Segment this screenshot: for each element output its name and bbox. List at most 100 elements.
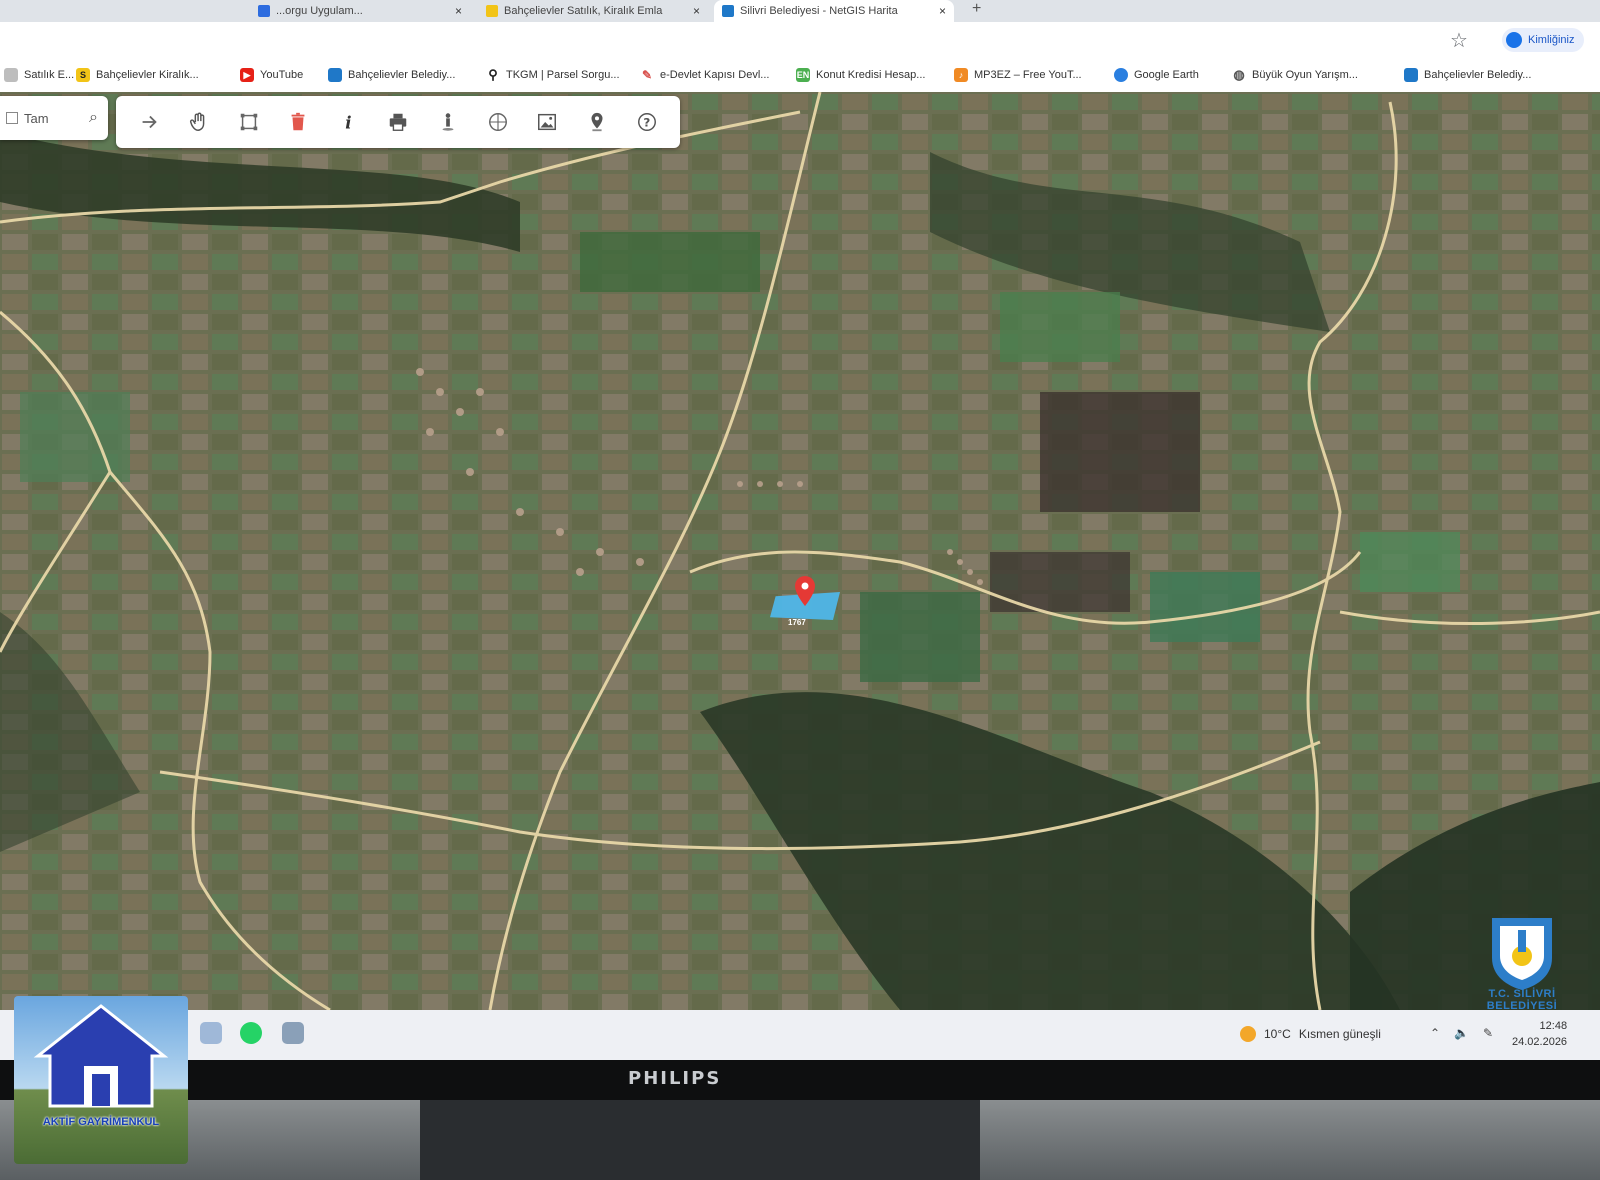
monitor-stand <box>420 1100 980 1180</box>
map-search-box: Tam ⌕ <box>0 96 108 140</box>
parcel-number-label: 1767 <box>788 618 806 627</box>
bookmark-item[interactable]: ✎ e-Devlet Kapısı Devl... <box>640 66 769 84</box>
exact-match-checkbox[interactable] <box>6 112 18 124</box>
house-icon <box>33 1004 169 1108</box>
bookmark-item[interactable]: ◍ Büyük Oyun Yarışm... <box>1232 66 1358 84</box>
bookmark-item[interactable]: ♪ MP3EZ – Free YouT... <box>954 66 1082 84</box>
agency-name-label: AKTİF GAYRİMENKUL <box>42 1116 160 1128</box>
sahibinden-icon: S <box>76 68 90 82</box>
page-icon <box>4 68 18 82</box>
taskbar: 10°C Kısmen güneşli ⌃ 🔈 ✎ 12:48 24.02.20… <box>0 1010 1600 1060</box>
tab-2-active[interactable]: Silivri Belediyesi - NetGIS Harita × <box>714 0 954 22</box>
bookmark-label: MP3EZ – Free YouT... <box>974 69 1082 81</box>
tab-strip: ...orgu Uygulam... × Bahçelievler Satılı… <box>0 0 1600 22</box>
bookmark-item[interactable]: Bahçelievler Belediy... <box>328 66 455 84</box>
tab-label: ...orgu Uygulam... <box>276 5 363 17</box>
tab-1[interactable]: Bahçelievler Satılık, Kiralık Emla × <box>478 0 708 22</box>
new-tab-button[interactable]: + <box>972 0 981 18</box>
map-pin-icon[interactable] <box>794 576 816 606</box>
layers-icon[interactable] <box>481 105 515 139</box>
bookmark-star-icon[interactable]: ☆ <box>1450 28 1468 53</box>
location-pin-icon: ⚲ <box>488 67 498 82</box>
image-export-icon[interactable] <box>530 105 564 139</box>
marker-icon[interactable] <box>580 105 614 139</box>
municipality-icon <box>1404 68 1418 82</box>
weather-sun-icon <box>1240 1026 1256 1042</box>
bookmark-label: YouTube <box>260 69 304 81</box>
silivri-municipality-logo: T.C. SİLİVRİ BELEDİYESİ <box>1462 912 1582 1010</box>
bookmark-label: e-Devlet Kapısı Devl... <box>660 69 770 81</box>
system-tray: ⌃ 🔈 ✎ <box>1430 1026 1493 1040</box>
taskbar-app-icon[interactable] <box>200 1022 222 1044</box>
bookmark-label: TKGM | Parsel Sorgu... <box>506 69 620 81</box>
municipality-emblem-icon <box>1492 918 1552 990</box>
exact-match-label: Tam <box>24 110 49 126</box>
tab-label: Bahçelievler Satılık, Kiralık Emla <box>504 5 663 17</box>
profile-label: Kimliğiniz <box>1528 34 1575 46</box>
bookmark-label: Satılık E... <box>24 69 75 81</box>
bookmark-label: Bahçelievler Kiralık... <box>96 69 199 81</box>
tab-close-icon[interactable]: × <box>693 4 700 18</box>
agency-watermark-logo: AKTİF GAYRİMENKUL <box>14 996 188 1164</box>
volume-icon[interactable]: 🔈 <box>1454 1026 1469 1040</box>
select-area-icon[interactable] <box>232 105 266 139</box>
system-clock[interactable]: 12:48 24.02.2026 <box>1512 1018 1567 1050</box>
delete-icon[interactable] <box>281 105 315 139</box>
tab-close-icon[interactable]: × <box>455 4 462 18</box>
satellite-map[interactable]: Tam ⌕ i ? 1767 T.C. SİLİVRİ BELEDİYESİ <box>0 92 1600 1010</box>
print-icon[interactable] <box>381 105 415 139</box>
bookmark-item[interactable]: Satılık E... <box>4 66 74 84</box>
bookmark-label: Bahçelievler Belediy... <box>1424 69 1532 81</box>
info-icon[interactable]: i <box>331 105 365 139</box>
en-icon: EN <box>796 68 810 82</box>
bookmark-item[interactable]: Bahçelievler Belediy... <box>1404 66 1531 84</box>
monitor-brand-label: PHILIPS <box>628 1068 722 1089</box>
svg-text:?: ? <box>643 116 650 130</box>
mp3-icon: ♪ <box>954 68 968 82</box>
bookmark-item[interactable]: Google Earth <box>1114 66 1199 84</box>
svg-text:i: i <box>345 113 351 132</box>
forward-arrow-icon[interactable] <box>132 105 166 139</box>
monitor-bezel: PHILIPS <box>0 1060 1600 1100</box>
tab-favicon-icon <box>258 5 270 17</box>
bookmark-label: Google Earth <box>1134 69 1199 81</box>
address-bar: ☆ Kimliğiniz <box>0 22 1600 58</box>
weather-temperature: 10°C <box>1264 1027 1291 1041</box>
weather-widget[interactable]: 10°C Kısmen güneşli <box>1240 1026 1381 1042</box>
satellite-imagery <box>0 92 1600 1010</box>
municipality-icon <box>328 68 342 82</box>
pan-hand-icon[interactable] <box>182 105 216 139</box>
edevlet-icon: ✎ <box>641 68 653 82</box>
globe-icon: ◍ <box>1233 67 1245 82</box>
clock-time: 12:48 <box>1539 1020 1568 1032</box>
tab-favicon-icon <box>722 5 734 17</box>
street-view-icon[interactable] <box>431 105 465 139</box>
profile-button[interactable]: Kimliğiniz <box>1502 28 1585 52</box>
bookmark-item[interactable]: S Bahçelievler Kiralık... <box>76 66 199 84</box>
clock-date: 24.02.2026 <box>1512 1036 1568 1048</box>
taskbar-app-icon[interactable] <box>282 1022 304 1044</box>
bookmarks-bar: Satılık E... S Bahçelievler Kiralık... ▶… <box>0 58 1600 93</box>
youtube-icon: ▶ <box>240 68 254 82</box>
bookmark-item[interactable]: ⚲ TKGM | Parsel Sorgu... <box>486 66 620 84</box>
google-earth-icon <box>1114 68 1128 82</box>
bookmark-label: Bahçelievler Belediy... <box>348 69 456 81</box>
help-icon[interactable]: ? <box>630 105 664 139</box>
tab-favicon-icon <box>486 5 498 17</box>
bookmark-label: Büyük Oyun Yarışm... <box>1252 69 1358 81</box>
tab-close-icon[interactable]: × <box>939 4 946 18</box>
tab-0[interactable]: ...orgu Uygulam... × <box>250 0 470 22</box>
bookmark-item[interactable]: EN Konut Kredisi Hesap... <box>796 66 925 84</box>
map-toolbar: i ? <box>116 96 680 148</box>
weather-description: Kısmen güneşli <box>1298 1027 1381 1041</box>
bookmark-label: Konut Kredisi Hesap... <box>816 69 926 81</box>
bookmark-item[interactable]: ▶ YouTube <box>240 66 303 84</box>
profile-avatar-icon <box>1506 32 1522 48</box>
parcel-highlight[interactable]: 1767 <box>770 576 840 632</box>
whatsapp-icon[interactable] <box>240 1022 262 1044</box>
municipality-caption: T.C. SİLİVRİ BELEDİYESİ <box>1486 988 1558 1010</box>
pen-icon[interactable]: ✎ <box>1483 1026 1493 1040</box>
chevron-up-icon[interactable]: ⌃ <box>1430 1026 1440 1040</box>
tab-label: Silivri Belediyesi - NetGIS Harita <box>740 5 898 17</box>
search-icon[interactable]: ⌕ <box>89 109 98 127</box>
